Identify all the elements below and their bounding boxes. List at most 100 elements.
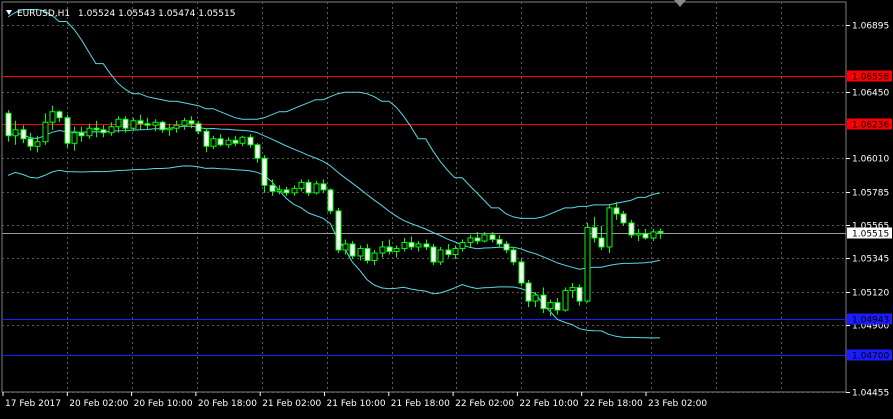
candle-body — [122, 118, 129, 129]
candle-body — [210, 138, 217, 147]
candle-body — [408, 241, 415, 248]
candle-body — [232, 139, 239, 144]
candle-body — [108, 126, 115, 134]
candle-body — [510, 249, 517, 263]
ohlc-values: 1.05524 1.05543 1.05474 1.05515 — [78, 9, 235, 19]
candle-body — [12, 129, 19, 137]
band-lower — [7, 165, 661, 339]
candle-body — [496, 238, 503, 245]
candle-body — [584, 226, 591, 302]
axes: 1.068951.064501.060101.057851.055651.053… — [2, 22, 892, 409]
candle-body — [313, 183, 320, 194]
candle-body — [620, 213, 627, 224]
candle-body — [254, 144, 261, 159]
candle-body — [144, 123, 151, 126]
candle-body — [64, 117, 71, 144]
candle-body — [591, 226, 598, 239]
candle-body — [650, 231, 657, 239]
candle-body — [357, 247, 364, 257]
candle-body — [386, 246, 393, 252]
candle-body — [430, 246, 437, 263]
candle-body — [159, 121, 166, 131]
plot-frame — [1, 1, 847, 393]
candle-body — [291, 187, 298, 194]
candle-body — [554, 302, 561, 311]
grid — [1, 1, 847, 393]
price-tick-label: 1.06895 — [852, 22, 889, 32]
price-tick-label: 1.05120 — [852, 289, 889, 299]
symbol-timeframe: EURUSD,H1 — [17, 9, 70, 19]
candle-body — [298, 181, 305, 189]
candle-body — [401, 241, 408, 249]
candle-body — [56, 111, 63, 119]
candle-body — [518, 261, 525, 284]
candle-body — [379, 246, 386, 254]
candle-body — [152, 121, 159, 126]
candle-body — [217, 138, 224, 146]
candle-body — [415, 243, 422, 248]
candle-body — [320, 183, 327, 191]
candle-body — [562, 290, 569, 311]
candle-body — [547, 302, 554, 310]
candle-body — [532, 294, 539, 302]
candle-body — [371, 252, 378, 261]
candle-body — [437, 249, 444, 263]
candle-body — [489, 234, 496, 240]
candle-body — [613, 207, 620, 215]
candle-body — [195, 123, 202, 132]
time-tick-label: 21 Feb 18:00 — [391, 399, 450, 409]
level-tag-label: 1.06558 — [852, 73, 889, 83]
candle-body — [130, 120, 137, 129]
candle-body — [5, 112, 12, 137]
candle-body — [657, 230, 664, 234]
candle-body — [115, 118, 122, 128]
candle-body — [327, 189, 334, 212]
shift-marker-icon[interactable] — [674, 0, 686, 7]
candle-body — [269, 184, 276, 192]
candle-body — [635, 232, 642, 236]
candle-body — [166, 127, 173, 131]
candle-body — [203, 130, 210, 147]
candle-body — [225, 139, 232, 146]
candle-body — [173, 124, 180, 129]
candle-body — [305, 181, 312, 194]
price-tick-label: 1.06010 — [852, 155, 889, 165]
candle-body — [100, 129, 107, 134]
candle-body — [261, 157, 268, 186]
chart-canvas[interactable]: 1.068951.064501.060101.057851.055651.053… — [0, 0, 893, 415]
level-tag-label: 1.06236 — [852, 121, 889, 131]
band-middle — [7, 125, 661, 270]
candle-body — [283, 189, 290, 194]
triangle-down-icon[interactable] — [6, 10, 12, 15]
candle-body — [628, 222, 635, 236]
current-price-label: 1.05515 — [852, 230, 889, 240]
time-tick-label: 20 Feb 18:00 — [198, 399, 257, 409]
chart-header: EURUSD,H1 1.05524 1.05543 1.05474 1.0551… — [6, 0, 686, 19]
candle-body — [569, 287, 576, 292]
candle-body — [78, 132, 85, 137]
candle-body — [34, 141, 41, 147]
candle-body — [188, 120, 195, 125]
candle-body — [606, 207, 613, 248]
candle-body — [49, 111, 56, 123]
candle-body — [93, 127, 100, 131]
candle-body — [540, 294, 547, 310]
bollinger-bands — [7, 9, 661, 339]
candle-body — [349, 243, 356, 257]
candle-body — [474, 237, 481, 242]
candle-body — [342, 243, 349, 251]
price-tick-label: 1.05345 — [852, 255, 889, 265]
time-tick-label: 20 Feb 02:00 — [69, 399, 128, 409]
time-tick-label: 20 Feb 10:00 — [134, 399, 193, 409]
candle-body — [276, 189, 283, 192]
candle-body — [335, 210, 342, 251]
candle-body — [598, 237, 605, 248]
time-tick-label: 22 Feb 02:00 — [455, 399, 514, 409]
candle-body — [452, 247, 459, 255]
candle-body — [467, 237, 474, 243]
candle-body — [459, 241, 466, 249]
price-tick-label: 1.05785 — [852, 189, 889, 199]
candle-body — [137, 120, 144, 125]
chart-window[interactable]: 1.06895 1.06450 1.06010 1.05785 1.05565 1.053… — [0, 0, 893, 415]
candle-body — [503, 243, 510, 251]
